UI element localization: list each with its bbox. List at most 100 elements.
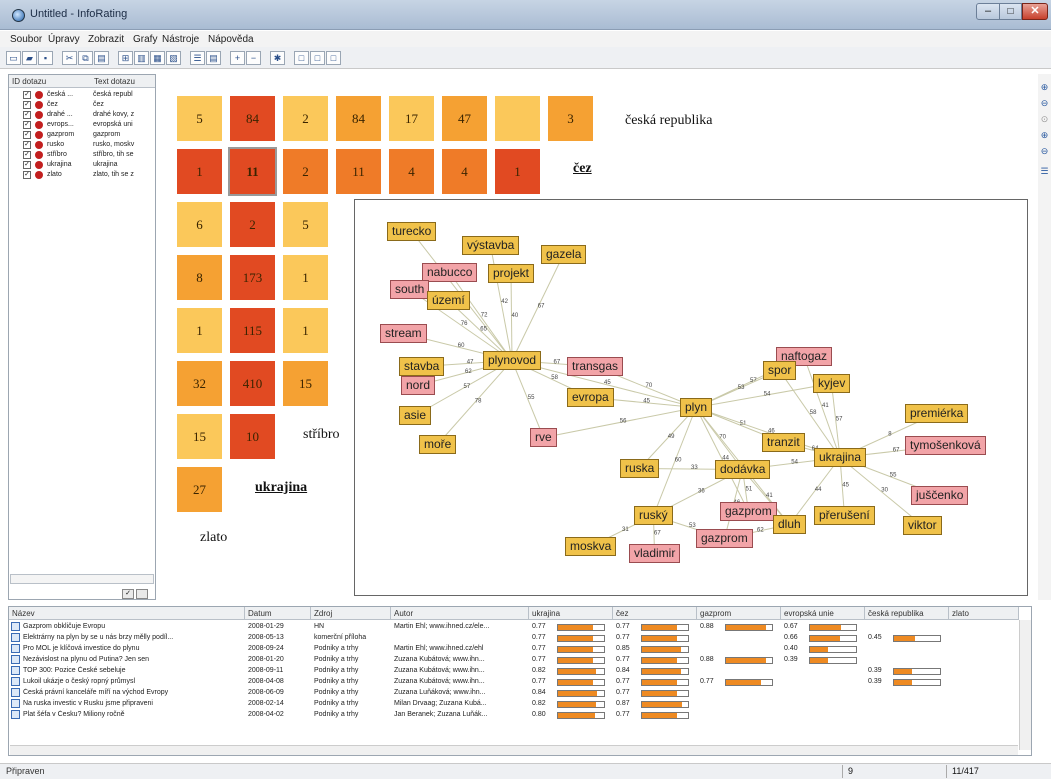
zoom-out-icon[interactable]: ⊖ <box>1039 98 1050 109</box>
network-node-spor[interactable]: spor <box>763 361 797 380</box>
network-node-dodávka[interactable]: dodávka <box>715 460 771 479</box>
matrix-cell[interactable]: 2 <box>283 96 328 141</box>
matrix-cell[interactable]: 5 <box>177 96 222 141</box>
query-checkbox[interactable]: ✓ <box>23 151 31 159</box>
query-checkbox[interactable]: ✓ <box>23 91 31 99</box>
close-button[interactable]: ✕ <box>1022 3 1048 20</box>
column-header-1[interactable]: Datum <box>245 607 311 620</box>
matrix-cell[interactable]: 15 <box>283 361 328 406</box>
table-row[interactable]: Plat šéfa v Česku? Miliony ročně 2008-04-… <box>9 710 1019 720</box>
network-node-kyjev[interactable]: kyjev <box>813 374 851 393</box>
column-header-7[interactable]: evropská unie <box>781 607 865 620</box>
open-folder-icon[interactable]: ▰ <box>22 51 37 65</box>
column-header-query-text[interactable]: Text dotazu <box>91 75 155 88</box>
network-node-south[interactable]: south <box>390 280 430 299</box>
bar-chart-icon[interactable]: ▥ <box>134 51 149 65</box>
query-row[interactable]: ✓ čez čez <box>9 100 155 110</box>
matrix-cell[interactable]: 4 <box>442 149 487 194</box>
matrix-cell[interactable]: 47 <box>442 96 487 141</box>
layout-3-icon[interactable]: □ <box>326 51 341 65</box>
matrix-cell[interactable]: 1 <box>177 308 222 353</box>
table-row[interactable]: Pro MOL je klíčová investice do plynu 200… <box>9 644 1019 654</box>
network-node-ukrajina[interactable]: ukrajina <box>814 448 867 467</box>
network-node-gazprom[interactable]: gazprom <box>696 529 753 548</box>
query-row[interactable]: ✓ česká ... česká republ <box>9 90 155 100</box>
matrix-cell[interactable]: 17 <box>389 96 434 141</box>
network-node-rve[interactable]: rve <box>530 428 557 447</box>
term-network-graph[interactable]: 6142677240766560476257786758554545567057… <box>354 199 1028 596</box>
table-row[interactable]: Gazprom obkličuje Evropu 2008-01-29 HN Mart… <box>9 622 1019 632</box>
query-row[interactable]: ✓ drahé ... drahé kovy, z <box>9 110 155 120</box>
zoom-in-icon[interactable]: + <box>230 51 245 65</box>
matrix-cell[interactable]: 11 <box>336 149 381 194</box>
query-row[interactable]: ✓ stříbro stříbro, tih se <box>9 150 155 160</box>
list-view-icon[interactable]: ☰ <box>190 51 205 65</box>
new-file-icon[interactable]: ▭ <box>6 51 21 65</box>
label-ceska-republika[interactable]: česká republika <box>625 113 712 129</box>
network-node-výstavba[interactable]: výstavba <box>462 236 520 255</box>
zoom-in-icon[interactable]: ⊕ <box>1039 82 1050 93</box>
network-node-nabucco[interactable]: nabucco <box>422 263 478 282</box>
network-node-přerušení[interactable]: přerušení <box>814 506 875 525</box>
zoom-reset-icon[interactable]: ⊕ <box>1039 130 1050 141</box>
network-node-území[interactable]: území <box>427 291 470 310</box>
matrix-cell[interactable]: 84 <box>336 96 381 141</box>
network-node-tranzit[interactable]: tranzit <box>762 433 805 452</box>
column-header-4[interactable]: ukrajina <box>529 607 613 620</box>
network-node-moskva[interactable]: moskva <box>565 537 617 556</box>
table-row[interactable]: TOP 300: Pozice České sebeluje 2008-09-11… <box>9 666 1019 676</box>
matrix-cell[interactable]: 84 <box>230 96 275 141</box>
menu-upravy[interactable]: Úpravy <box>48 34 80 45</box>
matrix-cell[interactable]: 8 <box>177 255 222 300</box>
matrix-cell[interactable]: 115 <box>230 308 275 353</box>
uncheck-all-button[interactable] <box>136 589 148 599</box>
table-row[interactable]: Česká právní kanceláře míří na východ Ev… <box>9 688 1019 698</box>
network-node-plyn[interactable]: plyn <box>680 398 713 417</box>
column-header-6[interactable]: gazprom <box>697 607 781 620</box>
network-node-dluh[interactable]: dluh <box>773 515 806 534</box>
query-checkbox[interactable]: ✓ <box>23 171 31 179</box>
network-node-asie[interactable]: asie <box>399 406 432 425</box>
network-node-premiérka[interactable]: premiérka <box>905 404 969 423</box>
matrix-cell[interactable]: 1 <box>283 308 328 353</box>
label-ukrajina[interactable]: ukrajina <box>255 480 307 496</box>
network-node-stavba[interactable]: stavba <box>399 357 445 376</box>
network-node-nord[interactable]: nord <box>401 376 436 395</box>
query-row[interactable]: ✓ rusko rusko, moskv <box>9 140 155 150</box>
layout-2-icon[interactable]: □ <box>310 51 325 65</box>
matrix-cell[interactable]: 27 <box>177 467 222 512</box>
column-header-9[interactable]: zlato <box>949 607 1019 620</box>
network-node-ruska[interactable]: ruska <box>620 459 660 478</box>
network-node-turecko[interactable]: turecko <box>387 222 437 241</box>
query-checkbox[interactable]: ✓ <box>23 131 31 139</box>
network-node-viktor[interactable]: viktor <box>903 516 942 535</box>
matrix-cell[interactable]: 1 <box>495 149 540 194</box>
network-node-transgas[interactable]: transgas <box>567 357 624 376</box>
network-graph-icon[interactable]: ✱ <box>270 51 285 65</box>
zoom-selection-icon[interactable]: ⊖ <box>1039 146 1050 157</box>
menu-grafy[interactable]: Grafy <box>133 34 157 45</box>
layout-1-icon[interactable]: □ <box>294 51 309 65</box>
network-node-plynovod[interactable]: plynovod <box>483 351 542 370</box>
matrix-cell[interactable]: 2 <box>283 149 328 194</box>
matrix-cell[interactable]: 1 <box>283 255 328 300</box>
matrix-cell[interactable]: 6 <box>177 202 222 247</box>
column-header-2[interactable]: Zdroj <box>311 607 391 620</box>
column-header-3[interactable]: Autor <box>391 607 529 620</box>
network-node-projekt[interactable]: projekt <box>488 264 535 283</box>
label-zlato[interactable]: zlato <box>200 530 227 546</box>
matrix-cell[interactable] <box>495 96 540 141</box>
matrix-cell[interactable]: 2 <box>230 202 275 247</box>
detail-view-icon[interactable]: ▤ <box>206 51 221 65</box>
table-horizontal-scrollbar[interactable] <box>10 745 1018 755</box>
query-checkbox[interactable]: ✓ <box>23 141 31 149</box>
network-node-juščenko[interactable]: juščenko <box>911 486 969 505</box>
network-node-vladimir[interactable]: vladimir <box>629 544 681 563</box>
network-node-tymošenková[interactable]: tymošenková <box>905 436 986 455</box>
matrix-cell[interactable]: 173 <box>230 255 275 300</box>
table-row[interactable]: Nezávislost na plynu od Putina? Jen sen 2… <box>9 655 1019 665</box>
paste-icon[interactable]: ▤ <box>94 51 109 65</box>
zoom-fit-icon[interactable]: ⊙ <box>1039 114 1050 125</box>
table-vertical-scrollbar[interactable] <box>1019 620 1031 750</box>
matrix-cell[interactable]: 32 <box>177 361 222 406</box>
